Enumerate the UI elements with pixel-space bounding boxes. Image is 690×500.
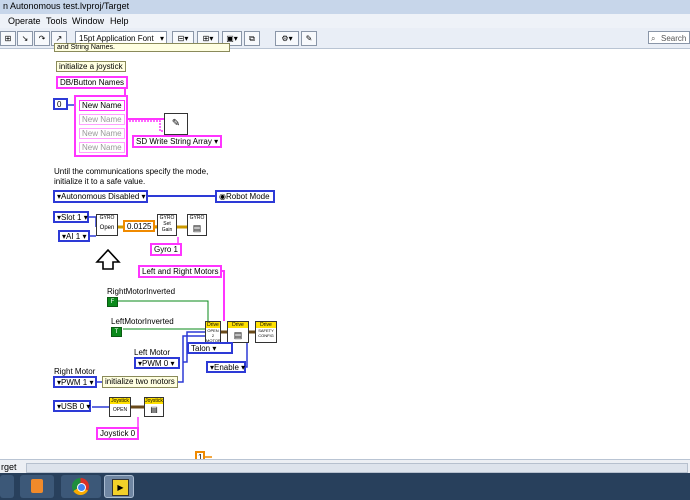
joystick-ref-set-vi[interactable]: Joystick ▤ — [144, 397, 164, 417]
right-inverted-boolean[interactable]: F — [107, 297, 118, 307]
ai-channel-ring[interactable]: ▾AI 1 ▾ — [58, 230, 90, 242]
menu-operate[interactable]: Operate — [8, 16, 41, 26]
gyro-set-gain-vi[interactable]: GYRO Set Gain — [157, 214, 177, 236]
db-button-names[interactable]: DB/Button Names — [56, 76, 129, 89]
title-bar: n Autonomous test.lvproj/Target — [0, 0, 690, 15]
drive-ref-set-vi[interactable]: Drive ▤ — [227, 321, 249, 343]
drive-open-2-motor-vi[interactable]: Drive OPEN 2 MOTOR — [205, 321, 221, 343]
globe-icon: ◉ — [219, 192, 226, 201]
gyro-gain-constant[interactable]: 0.0125 — [123, 220, 156, 232]
sd-write-ring[interactable]: SD Write String Array ▾ — [132, 135, 223, 148]
left-inverted-label: LeftMotorInverted — [111, 317, 174, 326]
reorder-icon[interactable]: ⧉ — [244, 31, 260, 46]
menu-help[interactable]: Help — [110, 16, 129, 26]
motor-type-ring[interactable]: Talon ▾ — [187, 342, 233, 354]
array-element[interactable]: New Name — [79, 128, 125, 139]
chevron-down-icon: ▾ — [241, 363, 246, 372]
menu-window[interactable]: Window — [72, 16, 104, 26]
safety-enable-ring[interactable]: ▾Enable ▾ — [206, 361, 246, 373]
gyro-open-vi[interactable]: GYRO Open — [96, 214, 118, 236]
reorder-menu-icon[interactable]: ⚙▾ — [275, 31, 299, 46]
cleanup-icon[interactable]: ⊞ — [0, 31, 16, 46]
document-icon: ▤ — [233, 330, 243, 340]
taskbar-edge — [0, 475, 14, 498]
search-icon: ⌕ — [651, 34, 656, 43]
target-label[interactable]: rget — [1, 462, 17, 472]
media-player-icon[interactable] — [20, 475, 54, 498]
chevron-down-icon: ▾ — [83, 213, 88, 222]
gyro-ref-set-vi[interactable]: GYRO ▤ — [187, 214, 207, 236]
chevron-down-icon: ▾ — [212, 344, 217, 353]
right-inverted-label: RightMotorInverted — [107, 287, 176, 296]
menu-bar: Operate Tools Window Help — [0, 14, 690, 29]
chevron-down-icon: ▾ — [82, 232, 87, 241]
array-element[interactable]: New Name — [79, 114, 125, 125]
robot-mode-local[interactable]: ◉Robot Mode — [215, 190, 275, 203]
taskbar: ▶ — [0, 473, 690, 500]
gyro-name[interactable]: Gyro 1 — [150, 243, 183, 256]
step-over-icon[interactable]: ↷ — [34, 31, 50, 46]
mode-comment-line-1: Until the communications specify the mod… — [54, 167, 209, 176]
step-into-icon[interactable]: ↘ — [17, 31, 33, 46]
top-comment: and String Names. — [54, 43, 230, 52]
document-icon: ▤ — [150, 405, 158, 414]
motors-name[interactable]: Left and Right Motors — [138, 265, 223, 278]
chevron-down-icon: ▾ — [89, 378, 94, 387]
string-array[interactable]: New Name New Name New Name New Name — [74, 95, 128, 157]
chevron-down-icon: ▾ — [170, 359, 175, 368]
mode-enum[interactable]: ▾Autonomous Disabled ▾ — [53, 190, 148, 203]
right-motor-label: Right Motor — [54, 367, 96, 376]
document-icon: ▤ — [192, 223, 202, 233]
labview-icon[interactable]: ▶ — [104, 475, 134, 498]
chrome-icon[interactable] — [61, 475, 101, 498]
left-inverted-boolean[interactable]: T — [111, 327, 122, 337]
left-pwm-ring[interactable]: ▾PWM 0 ▾ — [134, 357, 180, 369]
array-element[interactable]: New Name — [79, 142, 125, 153]
left-motor-label: Left Motor — [134, 348, 171, 357]
slot-ring[interactable]: ▾Slot 1 ▾ — [53, 211, 89, 223]
init-motors-comment: initialize two motors — [102, 376, 178, 388]
search-input[interactable]: ⌕ Search — [648, 31, 690, 44]
menu-tools[interactable]: Tools — [46, 16, 67, 26]
cleanup-diagram-icon[interactable]: ✎ — [301, 31, 317, 46]
init-joystick-comment: initialize a joystick — [56, 61, 126, 72]
chevron-down-icon: ▾ — [86, 402, 91, 411]
block-diagram[interactable]: and String Names. initialize a joystick … — [0, 43, 690, 462]
joystick-name[interactable]: Joystick 0 — [96, 427, 140, 440]
sd-write-vi-icon[interactable]: ✎ — [164, 113, 188, 135]
mode-comment-line-2: initialize it to a safe value. — [54, 177, 146, 186]
chevron-down-icon: ▾ — [214, 137, 219, 146]
array-index[interactable]: 0 — [53, 98, 68, 110]
status-bar: rget — [0, 459, 690, 474]
joystick-open-vi[interactable]: Joystick OPEN — [109, 397, 131, 417]
horizontal-scrollbar[interactable] — [26, 463, 688, 473]
array-element[interactable]: New Name — [79, 100, 125, 111]
chevron-down-icon: ▾ — [141, 192, 146, 201]
drive-safety-config-vi[interactable]: Drive SAFETY CONFIG — [255, 321, 277, 343]
right-pwm-ring[interactable]: ▾PWM 1 ▾ — [53, 376, 97, 388]
usb-port-ring[interactable]: ▾USB 0 ▾ — [53, 400, 91, 412]
window-title: n Autonomous test.lvproj/Target — [3, 1, 130, 11]
